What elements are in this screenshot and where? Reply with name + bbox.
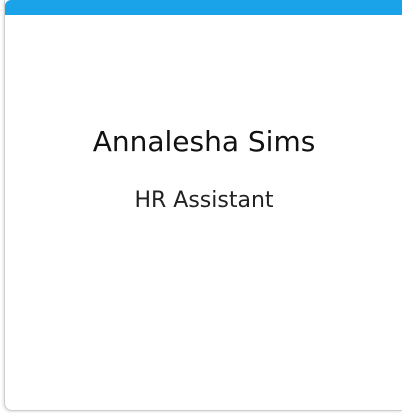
employee-name: Annalesha Sims: [92, 125, 316, 158]
employee-card[interactable]: Annalesha Sims HR Assistant: [4, 0, 402, 411]
employee-title: HR Assistant: [134, 188, 274, 213]
card-accent-bar: [5, 0, 402, 15]
